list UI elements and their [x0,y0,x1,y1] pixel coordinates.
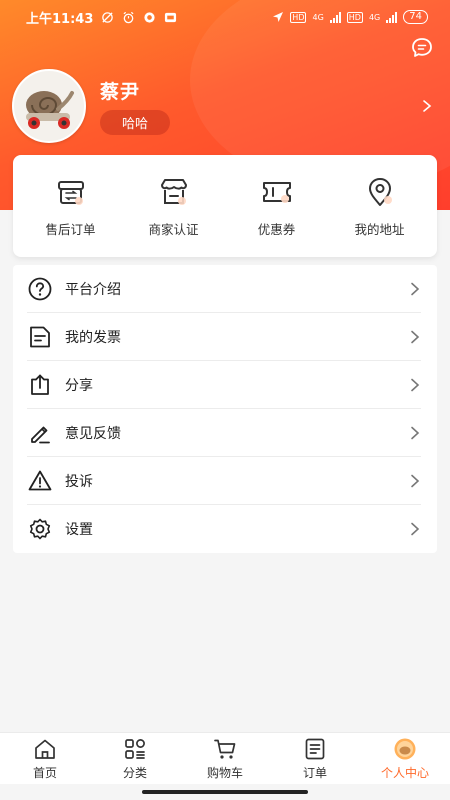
menu-label-share: 分享 [65,377,93,394]
quick-label-address: 我的地址 [354,221,405,237]
chevron-right-icon[interactable] [420,99,434,113]
quick-item-merchant-cert[interactable]: 商家认证 [122,175,225,238]
avatar[interactable] [12,69,86,143]
status-time: 上午11:43 [26,11,94,27]
store-icon [160,178,187,205]
tab-label-profile: 个人中心 [380,765,429,780]
app-notification-icon [144,11,155,23]
menu-item-platform-intro[interactable]: 平台介绍 [27,265,421,313]
home-icon [35,739,55,759]
location-arrow-icon [273,12,284,22]
bottom-tab-bar: 首页 分类 购物车 订单 个人中心 [0,732,450,784]
category-icon [125,738,145,759]
chevron-right-icon [411,522,420,536]
menu-item-settings[interactable]: 设置 [27,505,421,553]
tab-label-category: 分类 [122,765,147,780]
menu-item-share[interactable]: 分享 [27,361,421,409]
menu-label-my-invoice: 我的发票 [65,329,121,346]
no-sync-icon [102,11,114,23]
tab-home[interactable]: 首页 [0,733,90,784]
quick-actions-card: 售后订单 商家认证 优惠券 我的地址 [13,155,437,257]
menu-label-platform-intro: 平台介绍 [65,281,121,298]
signal-icon [329,11,341,23]
warning-icon [28,470,52,490]
tab-cart[interactable]: 购物车 [180,733,270,784]
menu-label-complaint: 投诉 [65,473,93,490]
chat-bubble-icon [412,38,432,57]
quick-label-merchant-cert: 商家认证 [148,221,199,237]
tab-label-cart: 购物车 [206,765,243,780]
alarm-icon [123,11,134,23]
battery-indicator: 74 [403,10,428,24]
quick-label-after-sales: 售后订单 [45,221,96,237]
net-label-4: 4G [368,12,381,22]
menu-item-complaint[interactable]: 投诉 [27,457,421,505]
gear-icon [29,518,51,540]
quick-label-coupon: 优惠券 [257,221,296,237]
menu-item-my-invoice[interactable]: 我的发票 [27,313,421,361]
signal-icon-2 [386,11,398,23]
quick-item-coupon[interactable]: 优惠券 [225,175,328,238]
net-label-2: 4G [312,12,324,22]
menu-item-feedback[interactable]: 意见反馈 [27,409,421,457]
chevron-right-icon [411,378,420,391]
snail-car-avatar-image [14,71,84,141]
chevron-right-icon [411,330,420,343]
message-button[interactable] [410,36,434,60]
tab-label-home: 首页 [32,765,57,780]
home-indicator [142,790,308,794]
quick-item-address[interactable]: 我的地址 [328,175,431,238]
location-pin-icon [368,177,392,206]
tab-profile[interactable]: 个人中心 [360,733,450,784]
net-label-1: HD [290,11,307,23]
coupon-icon [262,181,291,203]
chevron-right-icon [411,426,420,439]
status-bar: 上午11:43 HD 4G HD 4G 74 [0,0,450,34]
profile-icon [394,738,416,759]
question-circle-icon [28,277,52,300]
tab-orders[interactable]: 订单 [270,733,360,784]
pen-icon [31,426,50,443]
net-label-3: HD [346,11,363,23]
cart-icon [214,739,236,759]
chevron-right-icon [411,474,420,487]
menu-label-feedback: 意见反馈 [65,425,121,442]
return-box-icon [57,180,84,205]
invoice-icon [30,326,50,347]
share-icon [31,374,49,395]
user-tag: 哈哈 [100,110,171,135]
chevron-right-icon [411,282,420,295]
tab-label-orders: 订单 [302,765,327,780]
settings-menu: 平台介绍 我的发票 分享 意见反馈 投诉 设置 [13,265,437,553]
tab-category[interactable]: 分类 [90,733,180,784]
menu-label-settings: 设置 [65,522,93,538]
profile-row[interactable]: 蔡尹 哈哈 [12,69,438,143]
quick-item-after-sales[interactable]: 售后订单 [19,175,122,238]
user-name: 蔡尹 [100,81,141,103]
order-list-icon [305,738,325,759]
app-badge-icon [165,12,177,22]
